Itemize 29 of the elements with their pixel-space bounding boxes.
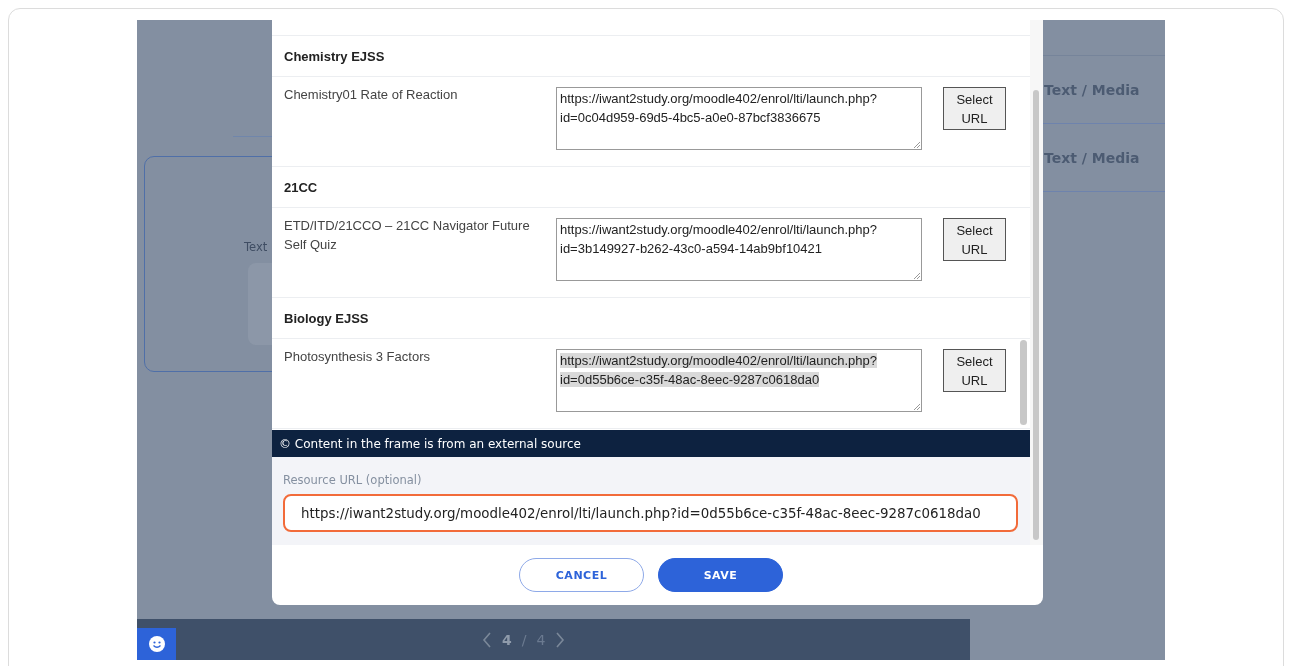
scrollbar-thumb[interactable] xyxy=(1020,340,1027,425)
resize-grip-icon[interactable] xyxy=(913,141,920,148)
resource-url-field[interactable]: https://iwant2study.org/moodle402/enrol/lti/launch.php?id=0d55b6ce-c35f-48ac-8eec-9287c0618da0 xyxy=(283,494,1018,532)
select-url-button[interactable]: Select URL xyxy=(943,87,1006,130)
chevron-left-icon[interactable] xyxy=(482,631,492,648)
field-label: Resource URL (optional) xyxy=(283,473,423,487)
item-name: ETD/ITD/21CCO – 21CC Navigator Future Self Quiz xyxy=(284,217,531,254)
page-separator: / xyxy=(521,631,527,648)
item-name: Photosynthesis 3 Factors xyxy=(284,348,431,366)
card-label: Text xyxy=(244,240,268,254)
cancel-button[interactable]: CANCEL xyxy=(519,558,644,592)
item-name: Chemistry01 Rate of Reaction xyxy=(284,86,459,104)
help-button[interactable] xyxy=(137,628,176,660)
url-textarea[interactable]: https://iwant2study.org/moodle402/enrol/lti/launch.php?id=0c04d959-69d5-4bc5-a0e0-87bcf3836675 xyxy=(556,87,922,150)
page-number: 4 xyxy=(502,631,512,648)
select-url-button[interactable]: Select URL xyxy=(943,218,1006,261)
chevron-right-icon[interactable] xyxy=(555,631,566,648)
url-textarea[interactable]: https://iwant2study.org/moodle402/enrol/lti/launch.php?id=3b149927-b262-43c0-a594-14ab9bf10421 xyxy=(556,218,922,281)
url-textarea[interactable]: https://iwant2study.org/moodle402/enrol/lti/launch.php?id=0d55b6ce-c35f-48ac-8eec-9287c0618da0 xyxy=(556,349,922,412)
smiley-icon xyxy=(147,635,166,653)
resize-grip-icon[interactable] xyxy=(913,272,920,279)
select-url-button[interactable]: Select URL xyxy=(943,349,1006,392)
notice-banner: © Content in the frame is from an external source xyxy=(272,430,1030,457)
scrollbar-thumb[interactable] xyxy=(1033,90,1039,540)
section-title: Chemistry EJSS xyxy=(284,48,385,64)
section-title: 21CC xyxy=(284,179,318,195)
save-button[interactable]: SAVE xyxy=(658,558,783,592)
section-title: Biology EJSS xyxy=(284,310,369,326)
resize-grip-icon[interactable] xyxy=(913,403,920,410)
